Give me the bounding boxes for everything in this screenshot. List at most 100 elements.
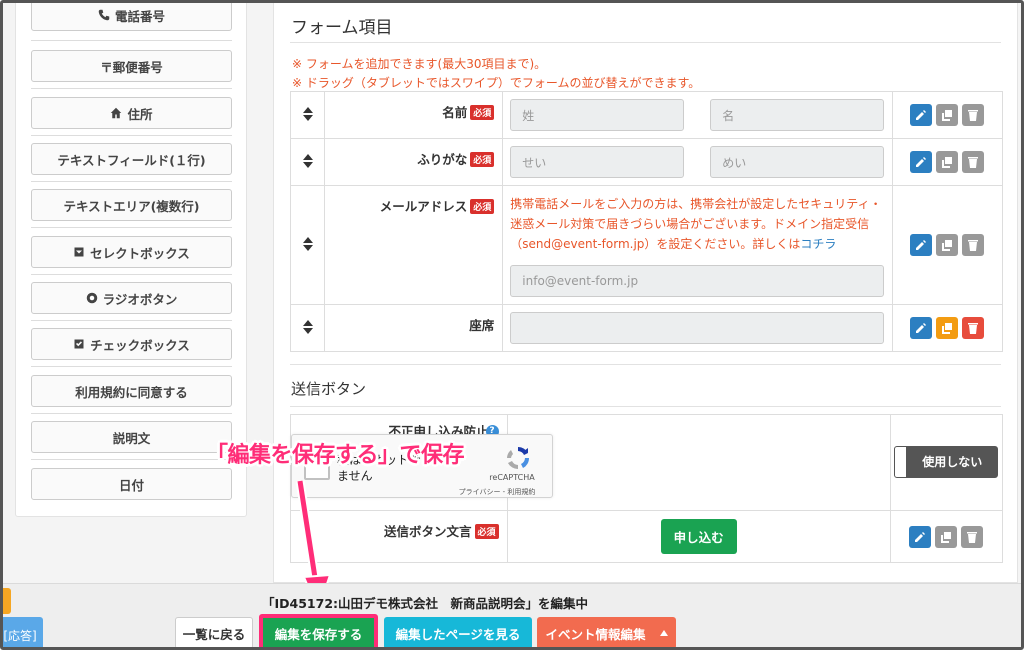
- toggle-knob: [895, 446, 908, 477]
- first-name-input[interactable]: 名: [710, 99, 885, 131]
- add-select-box-button[interactable]: セレクトボックス: [31, 236, 232, 268]
- copy-icon: [942, 157, 953, 168]
- trash-icon: [968, 240, 979, 251]
- edit-icon: [916, 157, 927, 167]
- divider: [290, 42, 1001, 43]
- delete-button[interactable]: [962, 151, 985, 173]
- table-row: メールアドレス 必須 携帯電話メールをご入力の方は、携帯会社が設定したセキュリティ…: [289, 185, 1004, 305]
- sidebar-item-label: テキストフィールド(１行): [57, 152, 206, 168]
- copy-button[interactable]: [936, 104, 959, 126]
- add-address-button[interactable]: 住所: [31, 97, 232, 129]
- field-label: 座席: [324, 304, 504, 352]
- table-row: ふりがな 必須 せい めい: [289, 138, 1004, 186]
- save-edits-button[interactable]: 編集を保存する: [259, 614, 378, 647]
- add-terms-agreement-button[interactable]: 利用規約に同意する: [31, 375, 232, 407]
- event-info-edit-button[interactable]: イベント情報編集: [537, 617, 676, 647]
- add-textarea-button[interactable]: テキストエリア(複数行): [31, 189, 232, 221]
- add-checkbox-button[interactable]: チェックボックス: [31, 328, 232, 360]
- divider: [31, 459, 232, 460]
- edit-button[interactable]: [909, 525, 932, 548]
- toggle-label: 使用しない: [922, 455, 983, 469]
- sidebar-item-label: 利用規約に同意する: [75, 384, 188, 400]
- divider: [290, 406, 1001, 407]
- email-input[interactable]: info@event-form.jp: [510, 264, 885, 297]
- copy-button[interactable]: [936, 151, 959, 173]
- drag-handle[interactable]: [289, 138, 326, 186]
- seat-input[interactable]: [510, 312, 885, 344]
- app-window: 電話番号 〒郵便番号 住所 テキストフィールド(１行) テキストエリア(複数行)…: [0, 0, 1024, 650]
- row-actions: [891, 185, 1004, 305]
- field-label: メールアドレス 必須: [324, 185, 504, 305]
- table-row: 送信ボタン文言 必須 申し込む: [290, 510, 1004, 563]
- divider: [31, 40, 232, 41]
- edit-button[interactable]: [910, 234, 933, 256]
- table-row: 座席: [289, 304, 1004, 352]
- add-date-button[interactable]: 日付: [31, 468, 232, 500]
- add-text-field-button[interactable]: テキストフィールド(１行): [31, 143, 232, 175]
- copy-button[interactable]: [936, 234, 959, 256]
- response-tab[interactable]: [応答]: [3, 617, 43, 647]
- sidebar-item-label: 電話番号: [114, 8, 165, 24]
- copy-button[interactable]: [936, 317, 959, 339]
- edit-button[interactable]: [910, 317, 933, 339]
- note-drag-reorder: ※ ドラッグ（タブレットではスワイプ）でフォームの並び替えができます。: [292, 76, 701, 90]
- trash-icon: [967, 531, 978, 543]
- sort-icon: [302, 319, 313, 334]
- toggle-cell: 使用しない: [889, 414, 1004, 511]
- edit-button[interactable]: [910, 104, 933, 126]
- add-radio-button[interactable]: ラジオボタン: [31, 282, 232, 314]
- drag-handle[interactable]: [289, 304, 326, 352]
- field-inputs: 携帯電話メールをご入力の方は、携帯会社が設定したセキュリティ・迷惑メール対策で届…: [502, 185, 893, 305]
- divider: [31, 88, 232, 89]
- divider: [31, 135, 232, 136]
- recaptcha-terms[interactable]: プライバシー - 利用規約: [442, 487, 552, 497]
- sidebar-item-label: テキストエリア(複数行): [63, 198, 200, 214]
- details-link[interactable]: コチラ: [800, 237, 836, 251]
- recaptcha-brand: reCAPTCHA: [489, 473, 535, 482]
- drag-handle[interactable]: [289, 91, 326, 139]
- recaptcha-toggle[interactable]: 使用しない: [894, 445, 999, 478]
- sort-icon: [302, 236, 313, 251]
- edit-button[interactable]: [910, 151, 933, 173]
- sidebar-item-label: 説明文: [112, 430, 151, 446]
- edit-icon: [916, 240, 927, 250]
- caret-up-icon: [659, 630, 668, 636]
- back-to-list-button[interactable]: 一覧に戻る: [175, 617, 253, 647]
- divider: [31, 320, 232, 321]
- last-name-kana-input[interactable]: せい: [510, 146, 685, 178]
- delete-button[interactable]: [962, 104, 985, 126]
- delete-button[interactable]: [962, 234, 985, 256]
- add-phone-button[interactable]: 電話番号: [31, 3, 232, 31]
- phone-icon: [98, 9, 110, 21]
- delete-button[interactable]: [961, 525, 984, 548]
- copy-button[interactable]: [935, 525, 958, 548]
- submit-section-title: 送信ボタン: [291, 380, 367, 398]
- radio-icon: [86, 292, 97, 304]
- drag-handle[interactable]: [289, 185, 326, 305]
- required-badge: 必須: [470, 199, 495, 214]
- footer-action-bar: 「ID45172:山田デモ株式会社 新商品説明会」を編集中 [応答] 一覧に戻る…: [3, 583, 1021, 647]
- note-max-items: ※ フォームを追加できます(最大30項目まで)。: [292, 57, 547, 71]
- form-fields-table: 名前 必須 姓 名 ふりがな 必須 せい めい メールアドレス 必須 携帯電話メ…: [289, 91, 1004, 352]
- checkbox-icon: [74, 339, 84, 349]
- sidebar-item-label: セレクトボックス: [90, 245, 190, 261]
- first-name-kana-input[interactable]: めい: [710, 146, 885, 178]
- delete-button[interactable]: [962, 317, 985, 339]
- add-postal-code-button[interactable]: 〒郵便番号: [31, 50, 232, 82]
- field-inputs: せい めい: [502, 138, 893, 186]
- last-name-input[interactable]: 姓: [510, 99, 685, 131]
- trash-icon: [968, 110, 979, 121]
- recaptcha-logo-icon: [507, 446, 530, 470]
- row-actions: [891, 91, 1004, 139]
- home-icon: [111, 107, 122, 119]
- add-description-button[interactable]: 説明文: [31, 421, 232, 453]
- submit-preview-cell: 申し込む: [506, 510, 891, 563]
- table-row: 名前 必須 姓 名: [289, 91, 1004, 139]
- view-edited-page-button[interactable]: 編集したページを見る: [384, 617, 532, 647]
- edit-icon: [916, 323, 927, 333]
- side-indicator: [3, 588, 11, 614]
- submit-preview-button[interactable]: 申し込む: [660, 519, 737, 554]
- sort-icon: [302, 106, 313, 121]
- field-label: 名前 必須: [324, 91, 504, 139]
- sidebar-item-label: 〒郵便番号: [100, 59, 163, 75]
